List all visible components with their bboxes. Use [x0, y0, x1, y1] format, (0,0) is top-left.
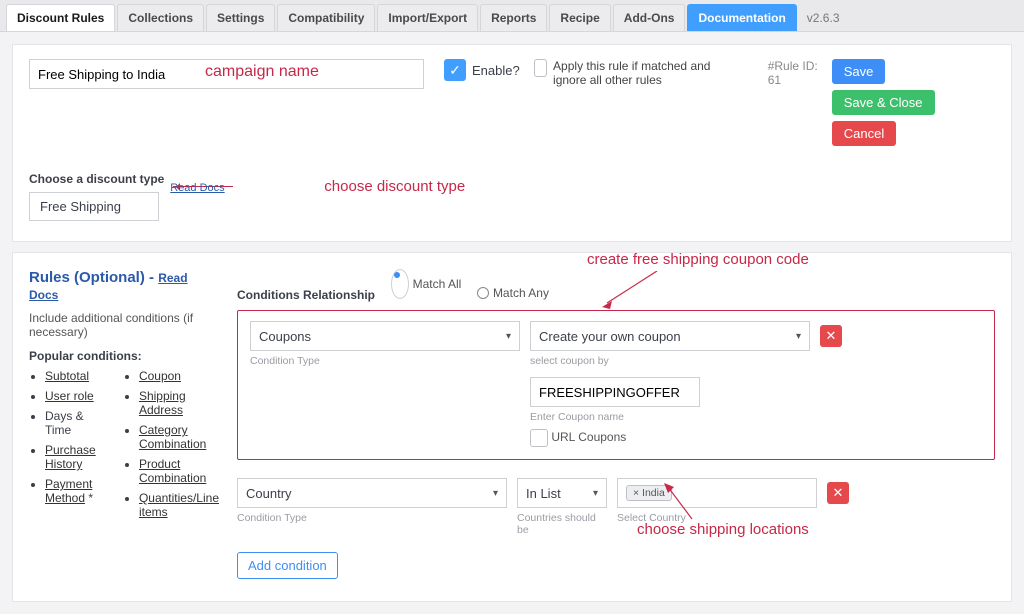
coupon-code-input[interactable]	[530, 377, 700, 407]
popular-subtotal[interactable]: Subtotal	[45, 369, 89, 383]
condition-type-label: Condition Type	[250, 355, 520, 367]
popular-payment-method[interactable]: Payment Method	[45, 477, 92, 505]
annotation-location: choose shipping locations	[637, 521, 809, 538]
add-condition-button[interactable]: Add condition	[237, 552, 338, 579]
popular-user-role[interactable]: User role	[45, 389, 94, 403]
conditions-main: create free shipping coupon code Conditi…	[237, 269, 995, 579]
arrow-icon	[602, 271, 603, 272]
delete-condition2-button[interactable]: ✕	[827, 482, 849, 504]
condition-coupon-box: Coupons▾ Condition Type Create your own …	[237, 310, 995, 460]
popular-category-combination[interactable]: Category Combination	[139, 423, 206, 451]
condition2-type-label: Condition Type	[237, 512, 507, 524]
condition-type-select[interactable]: Coupons▾	[250, 321, 520, 351]
coupon-mode-select[interactable]: Create your own coupon▾	[530, 321, 810, 351]
tab-import-export[interactable]: Import/Export	[377, 4, 478, 31]
operator-label: Countries should be	[517, 512, 607, 536]
condition2-type-select[interactable]: Country▾	[237, 478, 507, 508]
operator-select[interactable]: In List▾	[517, 478, 607, 508]
save-close-button[interactable]: Save & Close	[832, 90, 935, 115]
rules-panel: Rules (Optional) - Read Docs Include add…	[12, 252, 1012, 602]
rules-subtitle: Include additional conditions (if necess…	[29, 311, 219, 339]
url-coupons-label: URL Coupons	[551, 430, 626, 444]
popular-product-combination[interactable]: Product Combination	[139, 457, 206, 485]
version-label: v2.6.3	[807, 11, 840, 31]
tab-addons[interactable]: Add-Ons	[613, 4, 686, 31]
annotation-coupon: create free shipping coupon code	[587, 251, 809, 268]
conditions-relationship-label: Conditions Relationship	[237, 288, 375, 302]
tab-settings[interactable]: Settings	[206, 4, 275, 31]
read-docs-link[interactable]: Read Docs	[170, 182, 224, 194]
apply-rule-checkbox[interactable]	[534, 59, 547, 77]
tab-reports[interactable]: Reports	[480, 4, 547, 31]
campaign-name-input[interactable]	[29, 59, 424, 89]
tab-recipe[interactable]: Recipe	[549, 4, 610, 31]
popular-col-1: Subtotal User role Days & Time Purchase …	[29, 369, 101, 525]
rules-title: Rules (Optional)	[29, 269, 145, 286]
delete-condition-button[interactable]: ✕	[820, 325, 842, 347]
tab-collections[interactable]: Collections	[117, 4, 204, 31]
popular-shipping-address[interactable]: Shipping Address	[139, 389, 186, 417]
url-coupons-checkbox[interactable]	[530, 429, 548, 447]
enable-checkbox[interactable]: ✓	[444, 59, 466, 81]
arrow-icon	[662, 481, 702, 524]
cancel-button[interactable]: Cancel	[832, 121, 896, 146]
match-all-radio[interactable]: Match All	[391, 269, 462, 299]
tab-discount-rules[interactable]: Discount Rules	[6, 4, 115, 31]
discount-type-select[interactable]: Free Shipping	[29, 192, 159, 221]
main-tabs: Discount Rules Collections Settings Comp…	[0, 0, 1024, 32]
popular-conditions-head: Popular conditions:	[29, 349, 219, 363]
match-any-radio[interactable]: Match Any	[477, 286, 549, 300]
save-button[interactable]: Save	[832, 59, 886, 84]
rules-sidebar: Rules (Optional) - Read Docs Include add…	[29, 269, 219, 579]
tab-compatibility[interactable]: Compatibility	[277, 4, 375, 31]
tab-documentation[interactable]: Documentation	[687, 4, 796, 31]
annotation-discount: choose discount type	[324, 178, 465, 195]
rule-id: #Rule ID: 61	[768, 59, 818, 87]
enable-label: Enable?	[472, 63, 520, 78]
popular-days-time[interactable]: Days & Time	[45, 409, 84, 437]
apply-rule-label: Apply this rule if matched and ignore al…	[553, 59, 744, 87]
popular-purchase-history[interactable]: Purchase History	[45, 443, 96, 471]
popular-col-2: Coupon Shipping Address Category Combina…	[123, 369, 219, 525]
popular-coupon[interactable]: Coupon	[139, 369, 181, 383]
coupon-mode-label: select coupon by	[530, 355, 810, 367]
coupon-name-label: Enter Coupon name	[530, 411, 810, 423]
rule-header-panel: campaign name ✓ Enable? Apply this rule …	[12, 44, 1012, 242]
country-multiselect[interactable]: × India	[617, 478, 817, 508]
popular-quantities-line-items[interactable]: Quantities/Line items	[139, 491, 219, 519]
